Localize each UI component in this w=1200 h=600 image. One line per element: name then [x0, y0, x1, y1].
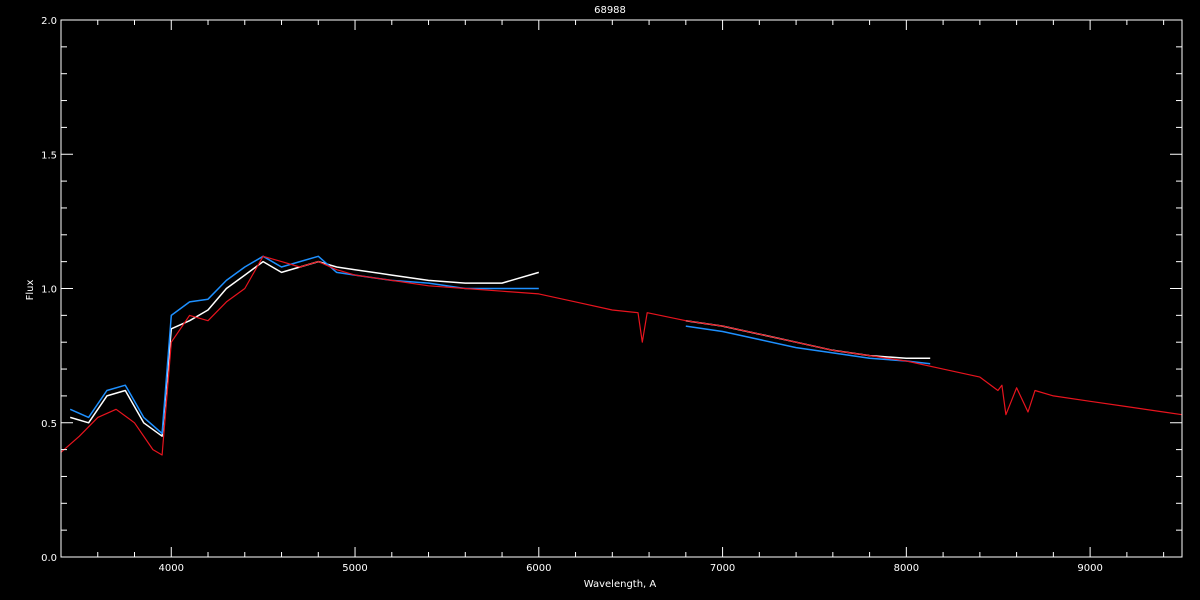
- x-tick-label: 9000: [1077, 563, 1102, 574]
- x-tick-label: 8000: [894, 563, 919, 574]
- x-tick-label: 4000: [159, 563, 184, 574]
- spectrum-chart: 4000 5000 6000 7000 8000 90000.00.51.01.52.0 …: [0, 0, 1200, 600]
- chart-background: [0, 0, 1200, 600]
- y-tick-label: 2.0: [41, 16, 57, 27]
- y-axis-label: Flux: [25, 280, 36, 301]
- chart-title: 68988: [594, 5, 626, 16]
- x-tick-label: 6000: [526, 563, 551, 574]
- x-tick-label: 5000: [342, 563, 367, 574]
- x-tick-label: 7000: [710, 563, 735, 574]
- y-tick-label: 1.0: [41, 285, 57, 296]
- y-tick-label: 0.0: [41, 553, 57, 564]
- y-tick-label: 1.5: [41, 150, 57, 161]
- x-axis-label: Wavelength, A: [584, 579, 657, 590]
- y-tick-label: 0.5: [41, 419, 57, 430]
